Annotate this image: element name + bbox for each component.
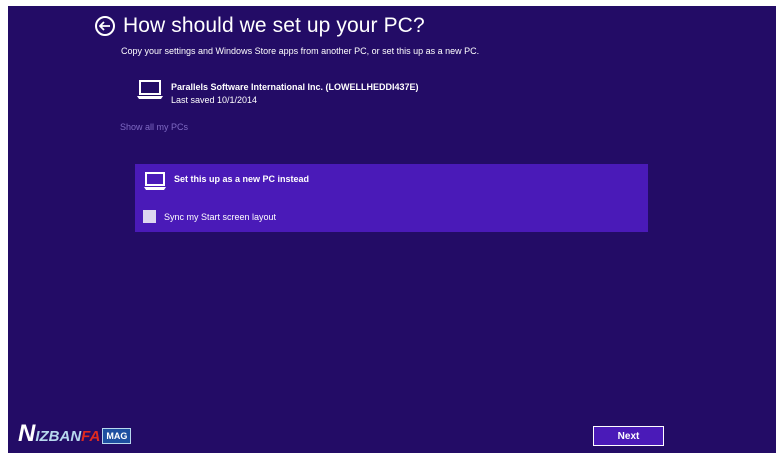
- watermark-izban: IZBAN: [35, 428, 82, 445]
- pc-last-saved: Last saved 10/1/2014: [171, 95, 258, 105]
- laptop-icon: [144, 172, 166, 190]
- header: How should we set up your PC?: [95, 14, 425, 38]
- sync-start-option[interactable]: Sync my Start screen layout: [143, 210, 276, 223]
- back-button[interactable]: [95, 16, 115, 36]
- watermark-fa: FA: [81, 428, 101, 445]
- page-subtitle: Copy your settings and Windows Store app…: [121, 46, 480, 56]
- watermark-logo: N IZBAN FA MAG: [18, 420, 132, 447]
- existing-pc-option[interactable]: Parallels Software International Inc. (L…: [137, 80, 419, 105]
- new-pc-option[interactable]: Set this up as a new PC instead: [144, 172, 309, 191]
- laptop-icon: [137, 80, 163, 99]
- setup-screen: How should we set up your PC? Copy your …: [8, 6, 776, 453]
- watermark-mag: MAG: [102, 428, 132, 444]
- page-title: How should we set up your PC?: [123, 14, 425, 37]
- sync-label: Sync my Start screen layout: [164, 211, 277, 222]
- show-all-pcs-link[interactable]: Show all my PCs: [120, 122, 188, 132]
- back-arrow-icon: [99, 21, 110, 31]
- pc-name: Parallels Software International Inc. (L…: [171, 82, 419, 92]
- sync-checkbox[interactable]: [143, 210, 156, 223]
- new-pc-label: Set this up as a new PC instead: [174, 174, 310, 184]
- new-pc-panel: Set this up as a new PC instead Sync my …: [135, 164, 648, 232]
- watermark-n: N: [18, 420, 36, 447]
- next-button[interactable]: Next: [593, 426, 664, 446]
